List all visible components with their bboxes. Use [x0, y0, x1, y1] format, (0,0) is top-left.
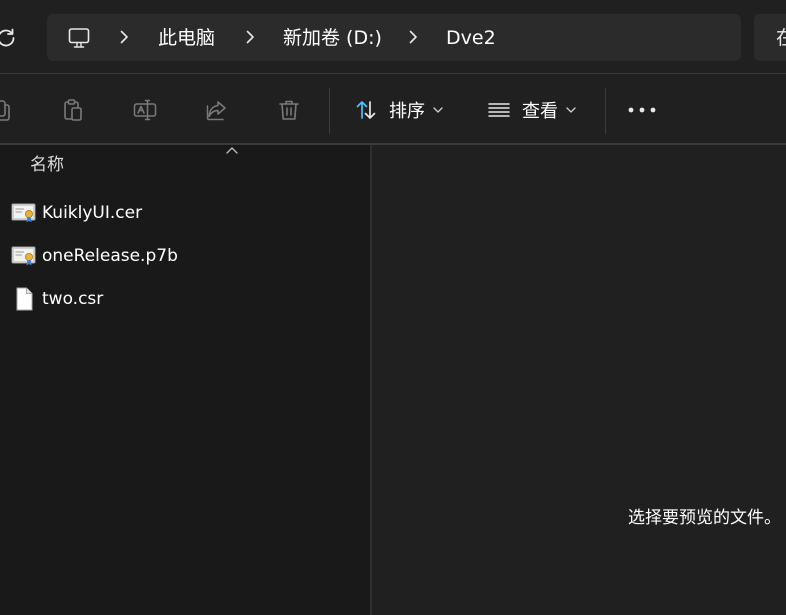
chevron-down-icon	[433, 106, 443, 114]
list-item[interactable]: KuiklyUI.cer	[0, 194, 370, 232]
chevron-right-icon[interactable]	[243, 27, 257, 47]
view-button[interactable]: 查看	[486, 94, 576, 126]
preview-empty-message: 选择要预览的文件。	[628, 508, 781, 528]
file-name: KuiklyUI.cer	[42, 203, 143, 223]
list-item[interactable]: two.csr	[0, 280, 370, 318]
toolbar-separator	[605, 88, 606, 134]
list-item[interactable]: oneRelease.p7b	[0, 237, 370, 275]
refresh-button[interactable]	[0, 22, 22, 54]
breadcrumb-item-dve2[interactable]: Dve2	[446, 25, 496, 51]
breadcrumb[interactable]: 此电脑 新加卷 (D:) Dve2	[47, 14, 741, 61]
file-explorer-window: 此电脑 新加卷 (D:) Dve2 在 排序 查看 名称 KuiklyUI.ce…	[0, 0, 786, 615]
search-placeholder: 在	[776, 27, 786, 49]
chevron-right-icon[interactable]	[406, 27, 420, 47]
copy-icon[interactable]	[0, 97, 14, 123]
search-box[interactable]: 在	[754, 14, 786, 61]
breadcrumb-item-drive-d[interactable]: 新加卷 (D:)	[283, 25, 382, 51]
sort-ascending-icon	[226, 147, 238, 154]
view-label: 查看	[522, 101, 558, 122]
rename-icon[interactable]	[132, 97, 158, 123]
ellipsis-icon	[628, 107, 656, 113]
column-header-name[interactable]: 名称	[30, 153, 64, 177]
command-bar: 排序 查看	[0, 74, 786, 144]
delete-icon[interactable]	[276, 97, 302, 123]
address-bar-row: 此电脑 新加卷 (D:) Dve2 在	[0, 0, 786, 74]
sort-icon	[353, 97, 379, 123]
breadcrumb-item-this-pc[interactable]: 此电脑	[158, 25, 215, 51]
file-name: oneRelease.p7b	[42, 246, 178, 266]
file-list-pane: 名称 KuiklyUI.cer oneRelease.p7b two.csr	[0, 145, 370, 615]
this-pc-icon[interactable]	[67, 26, 91, 50]
document-icon	[11, 287, 37, 311]
file-name: two.csr	[42, 289, 104, 309]
toolbar-separator	[329, 88, 330, 134]
view-list-icon	[486, 97, 512, 123]
certificate-icon	[11, 244, 37, 268]
chevron-down-icon	[566, 106, 576, 114]
paste-icon[interactable]	[60, 97, 86, 123]
refresh-icon	[0, 28, 15, 47]
certificate-icon	[11, 201, 37, 225]
preview-pane: 选择要预览的文件。	[372, 145, 786, 615]
share-icon[interactable]	[204, 97, 230, 123]
chevron-right-icon[interactable]	[117, 27, 131, 47]
sort-button[interactable]: 排序	[353, 94, 443, 126]
sort-label: 排序	[389, 101, 425, 122]
more-options-button[interactable]	[622, 98, 662, 122]
